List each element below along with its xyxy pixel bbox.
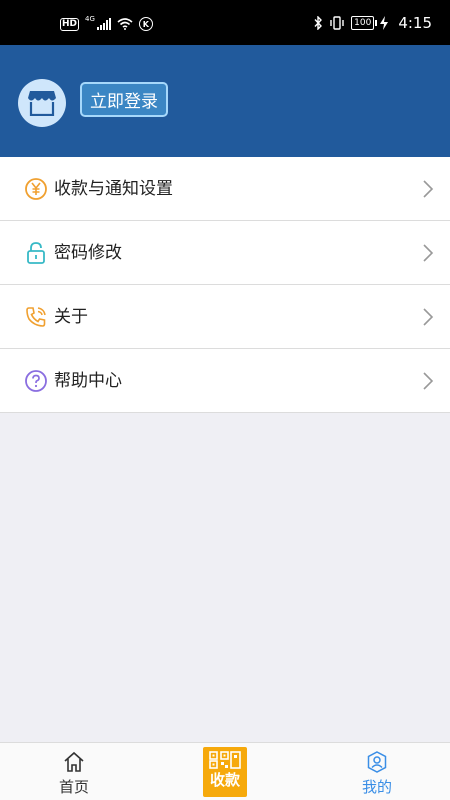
- charging-icon: [380, 16, 389, 30]
- nav-home[interactable]: 首页: [24, 743, 124, 800]
- lock-icon: [27, 242, 45, 264]
- menu-item-change-password[interactable]: 密码修改: [0, 221, 450, 285]
- network-type: 4G: [85, 15, 95, 23]
- nav-collect-payment[interactable]: 收款: [203, 747, 247, 797]
- storefront-icon: [28, 91, 56, 116]
- home-icon: [64, 751, 84, 772]
- bottom-nav: 首页 收款 我的: [0, 742, 450, 800]
- menu-label: 关于: [54, 307, 88, 327]
- yuan-icon: [25, 178, 47, 200]
- nav-me[interactable]: 我的: [327, 743, 427, 800]
- status-right: 100 4:15: [313, 14, 432, 32]
- shop-avatar[interactable]: [18, 79, 66, 127]
- phone-icon: [26, 307, 46, 327]
- wifi-icon: [117, 18, 133, 30]
- chevron-right-icon: [423, 244, 434, 262]
- k-app-icon: K: [138, 17, 153, 31]
- status-bar: HD 4G K 100 4:15: [0, 0, 450, 45]
- menu-item-about[interactable]: 关于: [0, 285, 450, 349]
- menu-label: 收款与通知设置: [54, 179, 173, 199]
- user-profile-icon: [367, 751, 387, 773]
- profile-header: 立即登录: [0, 45, 450, 157]
- menu-label: 密码修改: [54, 243, 122, 263]
- menu-item-help-center[interactable]: 帮助中心: [0, 349, 450, 413]
- nav-me-label: 我的: [361, 778, 392, 796]
- battery-icon: 100: [351, 16, 378, 30]
- settings-menu: 收款与通知设置 密码修改 关于 帮助中心: [0, 157, 450, 413]
- menu-label: 帮助中心: [54, 371, 122, 391]
- vibrate-icon: [330, 16, 344, 30]
- hd-icon: HD: [60, 17, 80, 31]
- menu-item-payment-notification[interactable]: 收款与通知设置: [0, 157, 450, 221]
- chevron-right-icon: [423, 308, 434, 326]
- status-left: HD 4G K: [60, 15, 153, 32]
- chevron-right-icon: [423, 372, 434, 390]
- nav-collect-label: 收款: [209, 771, 240, 789]
- clock: 4:15: [398, 14, 432, 32]
- question-icon: [25, 370, 47, 392]
- chevron-right-icon: [423, 180, 434, 198]
- nav-home-label: 首页: [58, 778, 89, 796]
- qr-code-icon: [209, 751, 241, 769]
- bluetooth-icon: [314, 16, 323, 30]
- signal-icon: [96, 18, 111, 30]
- login-button[interactable]: 立即登录: [80, 82, 168, 117]
